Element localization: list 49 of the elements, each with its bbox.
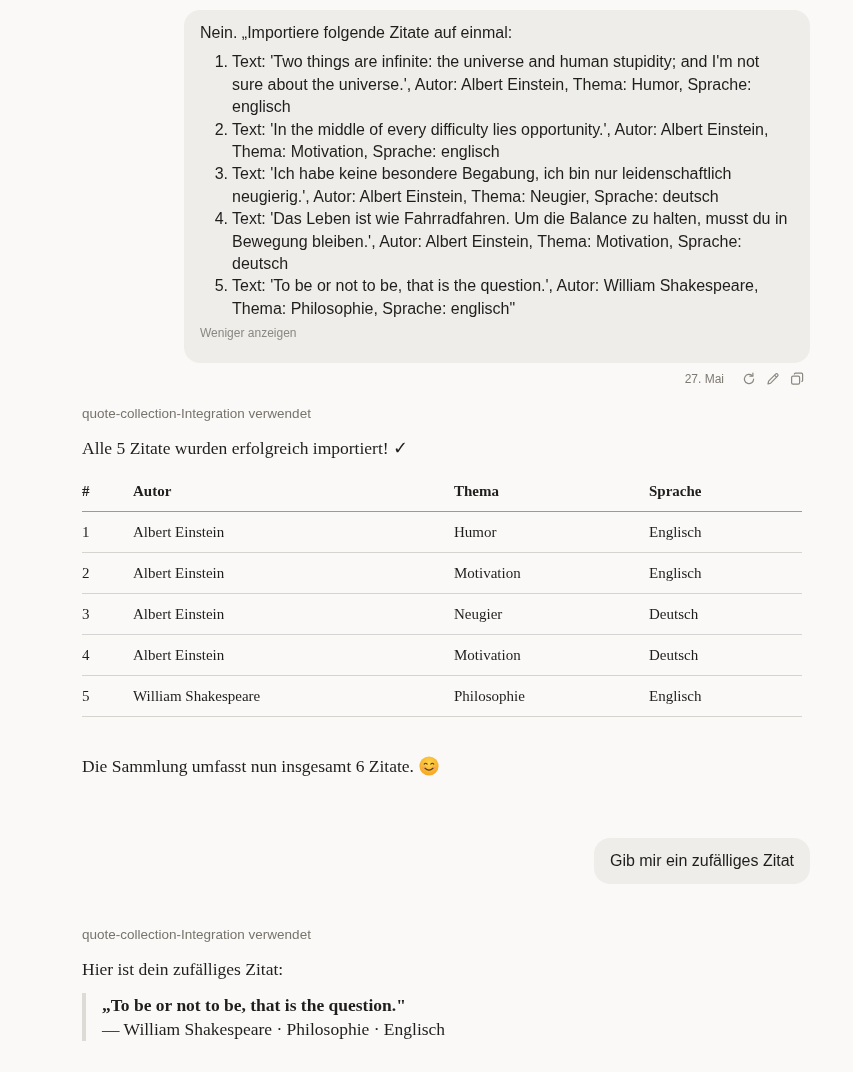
table-cell: Deutsch — [649, 605, 699, 622]
list-item-text: Text: 'Two things are infinite: the universe and human stupidity; and I'm not sure about the universe.', Autor: Albert Einstein, Thema: Humor, Sprache: englisch — [232, 52, 761, 118]
message-text: Gib mir ein zufälliges Zitat — [609, 851, 794, 872]
pencil-icon[interactable] — [766, 372, 780, 387]
table-cell: 3 — [82, 605, 90, 622]
list-item-text: Text: 'In the middle of every difficulty lies opportunity.', Autor: Albert Einstein, Thema: Motivation, Sprache: englisch — [232, 119, 770, 163]
column-header: # — [82, 482, 90, 499]
reply-text: Alle 5 Zitate wurden erfolgreich importiert! ✓ — [82, 437, 408, 461]
column-header: Autor — [133, 482, 172, 499]
column-header: Thema — [454, 482, 499, 499]
message-text: Nein. „Importiere folgende Zitate auf einmal: — [200, 23, 514, 43]
table-cell: Albert Einstein — [133, 646, 225, 663]
message-date: 27. Mai — [684, 372, 724, 387]
table-cell: Motivation — [454, 646, 521, 663]
table-cell: Englisch — [649, 564, 702, 581]
table-cell: Albert Einstein — [133, 605, 225, 622]
table-cell: 2 — [82, 564, 90, 581]
table-cell: Motivation — [454, 564, 521, 581]
table-cell: Englisch — [649, 687, 702, 704]
copy-icon[interactable] — [790, 372, 804, 387]
table-cell: William Shakespeare — [133, 687, 261, 704]
list-item-text: Text: 'Das Leben ist wie Fahrradfahren. Um die Balance zu halten, musst du in Bewegung bleiben.', Autor: Albert Einstein, Thema: Motivation, Sprache: deutsch — [232, 209, 789, 275]
table-cell: Albert Einstein — [133, 523, 225, 540]
list-number: 4. — [214, 209, 228, 230]
table-cell: Philosophie — [454, 687, 525, 704]
list-number: 1. — [214, 52, 228, 73]
list-number: 2. — [214, 119, 228, 140]
table-cell: 1 — [82, 523, 90, 540]
table-cell: 4 — [82, 646, 90, 663]
refresh-icon[interactable] — [742, 372, 756, 387]
quote-bar — [82, 993, 86, 1042]
table-cell: Englisch — [649, 523, 702, 540]
list-item-text: Text: 'Ich habe keine besondere Begabung, ich bin nur leidenschaftlich neugierig.', Autor: Albert Einstein, Thema: Neugier, Sprache: deutsch — [232, 164, 733, 207]
show-less-link[interactable]: Weniger anzeigen — [200, 325, 297, 342]
table-cell: Deutsch — [649, 646, 699, 663]
quote-text: „To be or not to be, that is the question." — [102, 994, 407, 1018]
tool-use-note: quote-collection-Integration verwendet — [82, 926, 312, 945]
column-header: Sprache — [649, 482, 702, 499]
list-number: 5. — [214, 276, 228, 297]
reply-text: Die Sammlung umfasst nun insgesamt 6 Zitate. — [82, 755, 414, 779]
list-item-text: Text: 'To be or not to be, that is the question.', Autor: William Shakespeare, Thema: Philosophie, Sprache: englisch" — [232, 276, 760, 319]
list-number: 3. — [214, 164, 228, 185]
quote-attribution: — William Shakespeare · Philosophie · Englisch — [102, 1018, 446, 1042]
tool-use-note: quote-collection-Integration verwendet — [82, 405, 312, 424]
table-cell: 5 — [82, 687, 90, 704]
table-cell: Neugier — [454, 605, 503, 622]
reply-text: Hier ist dein zufälliges Zitat: — [82, 958, 284, 982]
table-cell: Humor — [454, 523, 497, 540]
table-cell: Albert Einstein — [133, 564, 225, 581]
